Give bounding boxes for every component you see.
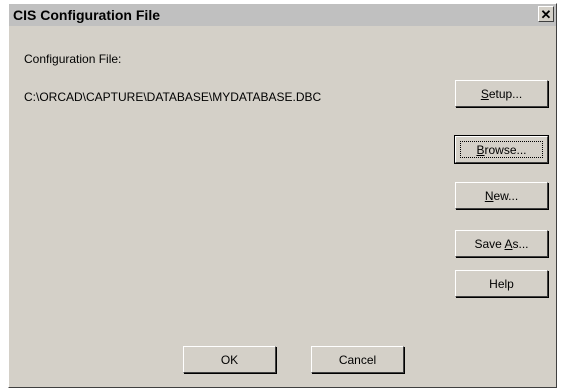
cancel-button-label: Cancel [338,352,377,367]
setup-button-label: Setup... [480,86,523,101]
cancel-button[interactable]: Cancel [311,346,404,373]
browse-button[interactable]: Browse... [454,135,549,164]
cis-configuration-dialog: CIS Configuration File ✕ Configuration F… [8,3,557,388]
configuration-file-path: C:\ORCAD\CAPTURE\DATABASE\MYDATABASE.DBC [24,90,322,104]
help-button[interactable]: Help [455,270,548,297]
ok-button[interactable]: OK [183,346,276,373]
new-button-label: New... [484,188,519,203]
ok-button-label: OK [220,352,239,367]
new-button[interactable]: New... [455,182,548,209]
configuration-file-label: Configuration File: [24,52,122,66]
save-as-button[interactable]: Save As... [455,230,548,257]
window-title: CIS Configuration File [13,7,160,23]
close-icon: ✕ [540,6,552,22]
save-as-button-label: Save As... [474,236,529,251]
help-button-label: Help [489,276,514,291]
setup-button[interactable]: Setup... [455,80,548,107]
close-button[interactable]: ✕ [538,6,554,22]
focus-rectangle [460,141,543,158]
title-bar: CIS Configuration File ✕ [9,4,556,26]
